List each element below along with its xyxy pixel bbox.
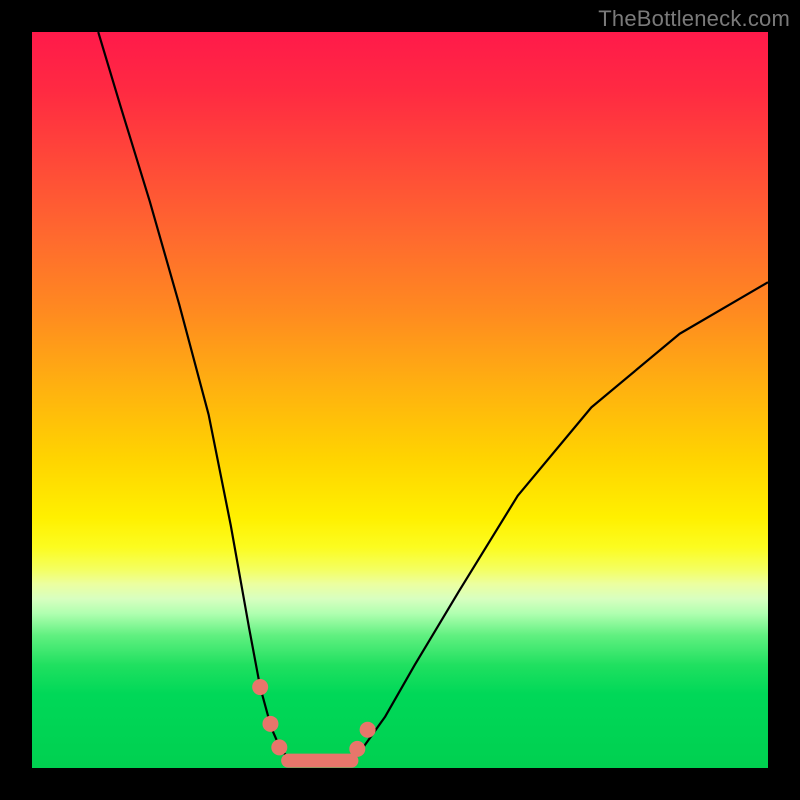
chart-frame: TheBottleneck.com (0, 0, 800, 800)
marker-points-group (252, 679, 375, 757)
marker-point (252, 679, 268, 695)
marker-point (271, 739, 287, 755)
curve-left-branch (98, 32, 289, 759)
plot-area (32, 32, 768, 768)
marker-point (262, 716, 278, 732)
chart-svg (32, 32, 768, 768)
marker-point (349, 741, 365, 757)
curve-right-branch (348, 282, 768, 759)
watermark-text: TheBottleneck.com (598, 6, 790, 32)
marker-point (360, 722, 376, 738)
